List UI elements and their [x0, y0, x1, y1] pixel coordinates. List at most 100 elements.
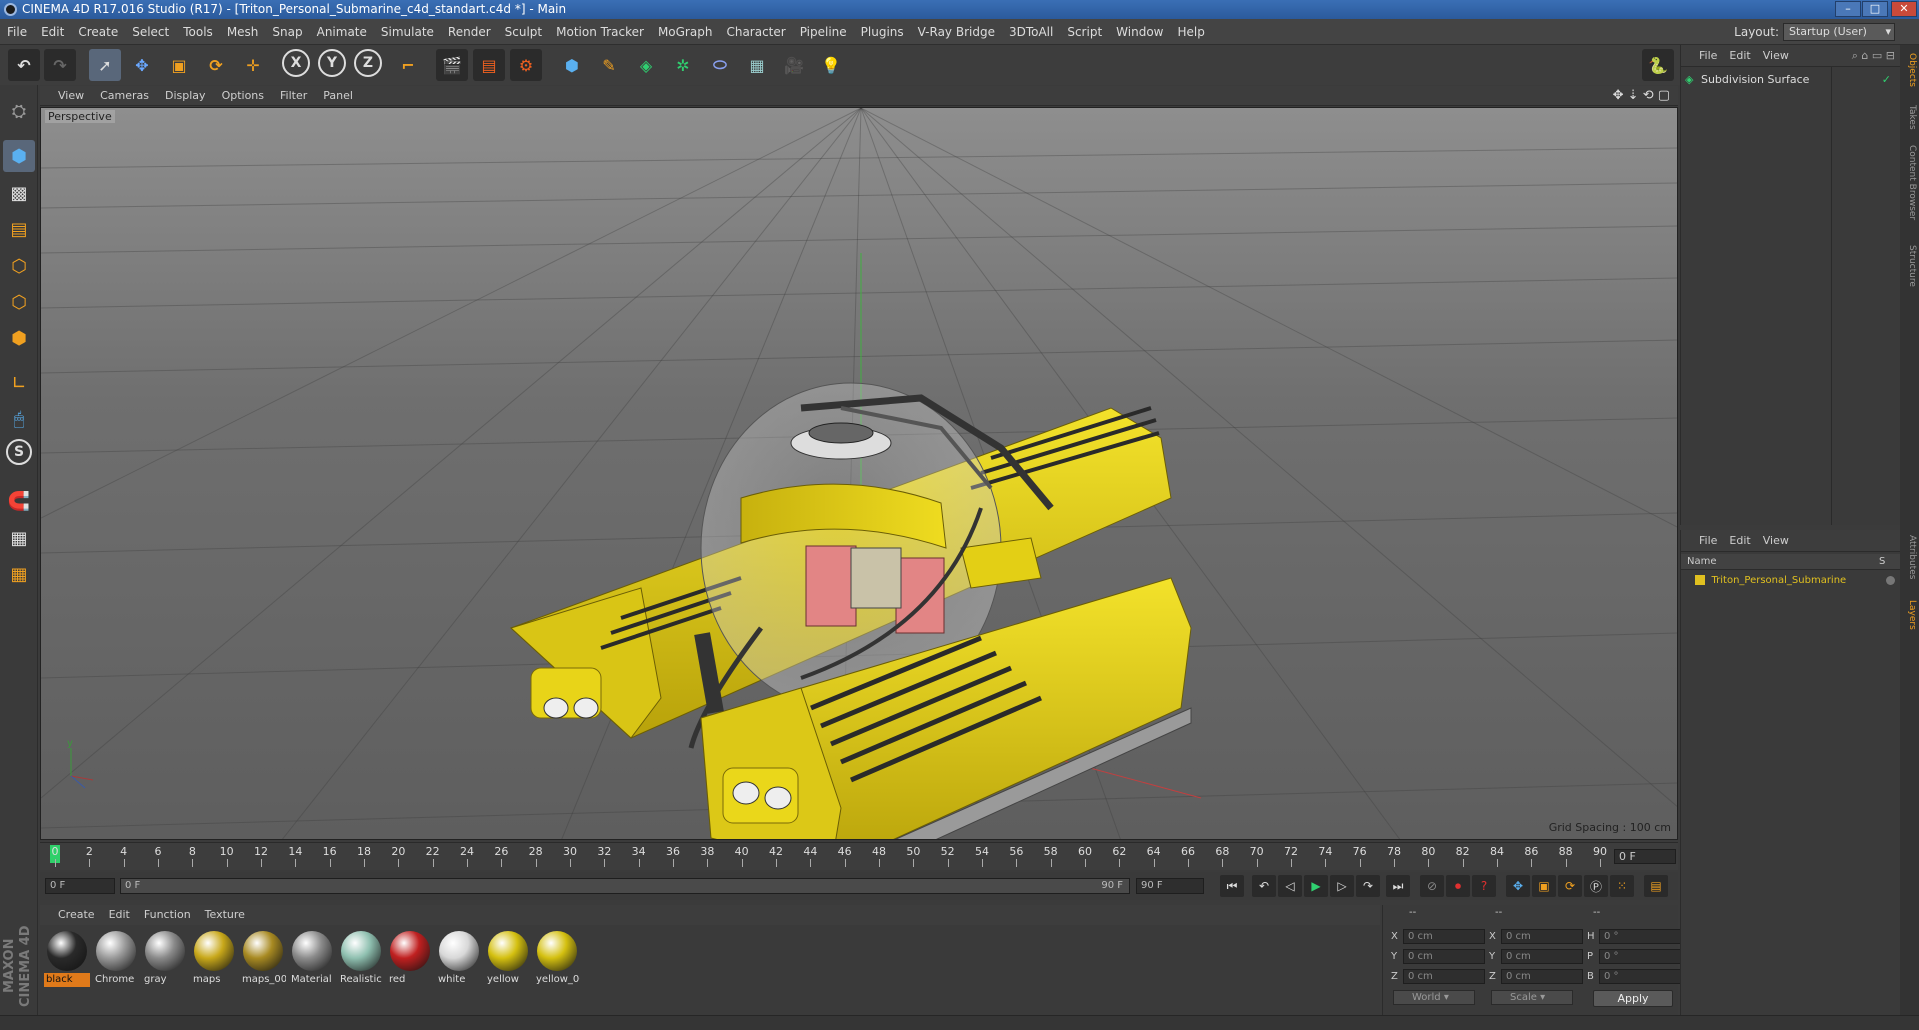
- tab-objects[interactable]: Objects: [1902, 53, 1917, 87]
- model-mode-icon[interactable]: ⬢: [3, 140, 35, 172]
- material-swatch[interactable]: maps: [191, 928, 237, 988]
- z-axis-lock-icon[interactable]: Z: [354, 49, 382, 77]
- coord-value-field[interactable]: 0 cm: [1403, 929, 1485, 944]
- goto-start-icon[interactable]: ⏮: [1220, 875, 1244, 897]
- start-frame-field[interactable]: 0 F: [45, 878, 115, 894]
- floor-environment-icon[interactable]: ▦: [741, 49, 773, 81]
- position-key-icon[interactable]: ✥: [1506, 875, 1530, 897]
- layer-menu-file[interactable]: File: [1681, 530, 1723, 552]
- rotation-key-icon[interactable]: ⟳: [1558, 875, 1582, 897]
- lock-workplane-icon[interactable]: ▦: [3, 522, 35, 554]
- render-settings-icon[interactable]: ⚙: [510, 49, 542, 81]
- scale-tool-icon[interactable]: ▣: [163, 49, 195, 81]
- material-menu-create[interactable]: Create: [40, 905, 102, 925]
- render-picture-viewer-icon[interactable]: ▤: [473, 49, 505, 81]
- material-swatch[interactable]: white: [436, 928, 482, 988]
- coordinate-system-icon[interactable]: ⌐: [392, 49, 424, 81]
- coordinate-type-dropdown[interactable]: Scale ▾: [1491, 990, 1573, 1005]
- menu-simulate[interactable]: Simulate: [374, 19, 441, 45]
- tab-content-browser[interactable]: Content Browser: [1902, 145, 1917, 220]
- polygons-mode-icon[interactable]: ⬢: [3, 322, 35, 354]
- redo-icon[interactable]: ↷: [44, 49, 76, 81]
- material-swatch[interactable]: Realistic: [338, 928, 384, 988]
- camera-icon[interactable]: 🎥: [778, 49, 810, 81]
- material-swatch[interactable]: red: [387, 928, 433, 988]
- next-key-icon[interactable]: ↷: [1356, 875, 1380, 897]
- menu-motion-tracker[interactable]: Motion Tracker: [549, 19, 651, 45]
- coord-value-field[interactable]: 0 cm: [1501, 969, 1583, 984]
- play-icon[interactable]: ▶: [1304, 875, 1328, 897]
- coord-value-field[interactable]: 0 cm: [1403, 949, 1485, 964]
- previous-frame-icon[interactable]: ◁: [1278, 875, 1302, 897]
- previous-key-icon[interactable]: ↶: [1252, 875, 1276, 897]
- texture-mode-icon[interactable]: ▩: [3, 177, 35, 209]
- menu-plugins[interactable]: Plugins: [854, 19, 911, 45]
- tab-attributes[interactable]: Attributes: [1902, 535, 1917, 579]
- layer-menu-view[interactable]: View: [1757, 530, 1795, 552]
- viewport-menu-display[interactable]: Display: [157, 86, 214, 106]
- record-keys-icon[interactable]: ⊘: [1420, 875, 1444, 897]
- menu-snap[interactable]: Snap: [265, 19, 309, 45]
- render-view-icon[interactable]: 🎬: [436, 49, 468, 81]
- object-menu-file[interactable]: File: [1681, 45, 1723, 67]
- current-frame-field[interactable]: 0 F: [1614, 849, 1676, 864]
- undo-icon[interactable]: ↶: [8, 49, 40, 81]
- menu-pipeline[interactable]: Pipeline: [793, 19, 854, 45]
- visibility-check-icon[interactable]: ✓: [1882, 73, 1891, 86]
- material-menu-texture[interactable]: Texture: [198, 905, 252, 925]
- menu-help[interactable]: Help: [1170, 19, 1211, 45]
- object-menu-view[interactable]: View: [1757, 45, 1795, 67]
- 3d-viewport[interactable]: y Perspective Grid Spacing : 100 cm: [40, 107, 1678, 840]
- menu-character[interactable]: Character: [719, 19, 792, 45]
- magnet-icon[interactable]: 🧲: [3, 485, 35, 517]
- parameter-key-icon[interactable]: Ⓟ: [1584, 875, 1608, 897]
- apply-button[interactable]: Apply: [1593, 990, 1673, 1007]
- tweak-mode-icon[interactable]: 🖱: [3, 403, 35, 435]
- menu-tools[interactable]: Tools: [176, 19, 220, 45]
- layer-row[interactable]: Triton_Personal_Submarine: [1695, 573, 1899, 589]
- live-select-icon[interactable]: ➚: [89, 49, 121, 81]
- tab-layers[interactable]: Layers: [1902, 600, 1917, 630]
- material-swatch[interactable]: Chrome: [93, 928, 139, 988]
- layer-solo-dot[interactable]: [1886, 576, 1895, 585]
- material-menu-function[interactable]: Function: [137, 905, 198, 925]
- viewport-menu-panel[interactable]: Panel: [315, 86, 361, 106]
- coord-value-field[interactable]: 0 cm: [1501, 929, 1583, 944]
- menu-create[interactable]: Create: [71, 19, 125, 45]
- menu-mesh[interactable]: Mesh: [220, 19, 266, 45]
- object-menu-edit[interactable]: Edit: [1723, 45, 1756, 67]
- python-icon[interactable]: 🐍: [1642, 49, 1674, 81]
- viewport-menu-options[interactable]: Options: [214, 86, 272, 106]
- workplane-mode-icon[interactable]: ▤: [3, 213, 35, 245]
- coord-value-field[interactable]: 0 °: [1599, 969, 1681, 984]
- menu-vray-bridge[interactable]: V-Ray Bridge: [911, 19, 1002, 45]
- light-icon[interactable]: 💡: [815, 49, 847, 81]
- point-level-key-icon[interactable]: ⁙: [1610, 875, 1634, 897]
- minimize-button[interactable]: –: [1835, 1, 1861, 17]
- menu-sculpt[interactable]: Sculpt: [498, 19, 549, 45]
- planar-workplane-icon[interactable]: ▦: [3, 558, 35, 590]
- points-mode-icon[interactable]: ⬡: [3, 250, 35, 282]
- material-swatch[interactable]: yellow_00: [534, 928, 580, 988]
- menu-window[interactable]: Window: [1109, 19, 1170, 45]
- coordinate-mode-dropdown[interactable]: World ▾: [1393, 990, 1475, 1005]
- tab-structure[interactable]: Structure: [1902, 245, 1917, 287]
- viewport-nav-icons[interactable]: ✥ ⇣ ⟲ ▢: [1613, 88, 1670, 103]
- layout-dropdown[interactable]: Startup (User) ▾: [1783, 23, 1895, 41]
- frame-range-slider[interactable]: 0 F 90 F: [120, 878, 1130, 894]
- cube-object-icon[interactable]: ⬢: [556, 49, 588, 81]
- coord-value-field[interactable]: 0 °: [1599, 949, 1681, 964]
- axis-mode-icon[interactable]: ∟: [3, 367, 35, 399]
- material-swatch[interactable]: yellow: [485, 928, 531, 988]
- snap-icon[interactable]: S: [6, 439, 32, 465]
- maximize-button[interactable]: □: [1862, 1, 1888, 17]
- material-menu-edit[interactable]: Edit: [102, 905, 137, 925]
- viewport-menu-filter[interactable]: Filter: [272, 86, 315, 106]
- coord-value-field[interactable]: 0 cm: [1501, 949, 1583, 964]
- coord-value-field[interactable]: 0 °: [1599, 929, 1681, 944]
- make-editable-icon[interactable]: ⛭: [3, 95, 35, 127]
- keyframe-selection-icon[interactable]: ?: [1472, 875, 1496, 897]
- goto-end-icon[interactable]: ⏭: [1386, 875, 1410, 897]
- object-row[interactable]: ◈ Subdivision Surface ✓: [1685, 73, 1897, 89]
- end-frame-field[interactable]: 90 F: [1136, 878, 1204, 894]
